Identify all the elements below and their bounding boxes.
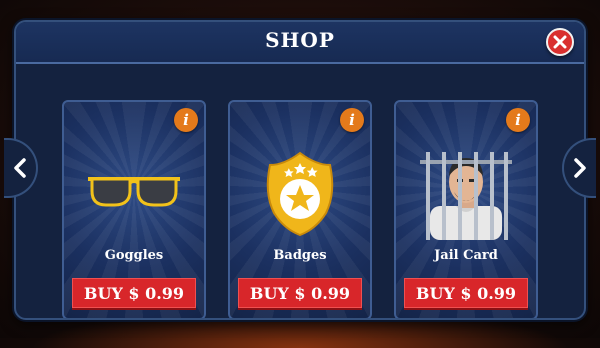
shop-item-card-goggles: i Goggles BUY $ 0.99: [62, 100, 206, 318]
item-image: [64, 144, 204, 244]
jail-prisoner-icon: [420, 152, 512, 240]
item-image: [396, 144, 536, 244]
close-icon: [553, 35, 567, 49]
sunglasses-icon: [88, 177, 180, 207]
item-image: [230, 144, 370, 244]
shop-panel: SHOP i Goggles BUY $ 0.99 i Badges BUY $…: [14, 20, 586, 320]
item-name: Badges: [273, 248, 327, 263]
chevron-right-icon: [574, 158, 586, 178]
buy-button[interactable]: BUY $ 0.99: [404, 278, 528, 308]
shop-item-card-jail-card: i Jail Card BUY $ 0.99: [394, 100, 538, 318]
item-name: Goggles: [104, 248, 164, 263]
close-button[interactable]: [546, 28, 574, 56]
info-button[interactable]: i: [340, 108, 364, 132]
shop-header: SHOP: [16, 22, 584, 64]
buy-button[interactable]: BUY $ 0.99: [238, 278, 362, 308]
buy-button[interactable]: BUY $ 0.99: [72, 278, 196, 308]
sheriff-badge-icon: [266, 151, 334, 237]
info-button[interactable]: i: [506, 108, 530, 132]
info-button[interactable]: i: [174, 108, 198, 132]
shop-item-card-badges: i Badges BUY $ 0.99: [228, 100, 372, 318]
shop-title: SHOP: [265, 28, 335, 52]
item-name: Jail Card: [434, 248, 498, 263]
chevron-left-icon: [14, 158, 26, 178]
